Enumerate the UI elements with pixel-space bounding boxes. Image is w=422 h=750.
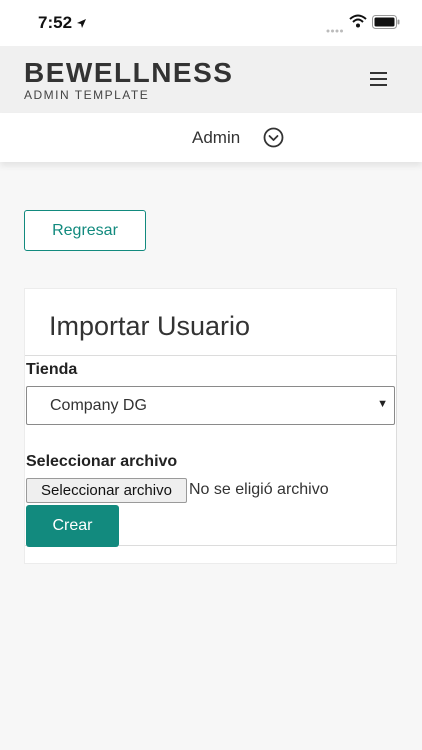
status-bar: 7:52: [0, 0, 422, 46]
card-title: Importar Usuario: [49, 311, 251, 341]
signal-dots-icon: [326, 20, 344, 38]
file-label: Seleccionar archivo: [26, 453, 178, 470]
username-label[interactable]: Admin: [192, 128, 240, 148]
chevron-down-circle-icon[interactable]: [263, 127, 284, 153]
store-select[interactable]: Company DG ▼: [26, 386, 395, 425]
battery-icon: [372, 15, 400, 34]
import-user-card: Importar Usuario Tienda Company DG ▼ Sel…: [24, 288, 397, 564]
brand-logo: BEWELLNESS: [24, 57, 234, 88]
back-button[interactable]: Regresar: [24, 210, 146, 251]
location-arrow-icon: [76, 16, 87, 34]
brand-subtitle: ADMIN TEMPLATE: [24, 88, 150, 102]
wifi-icon: [349, 14, 367, 33]
import-form: Tienda Company DG ▼ Seleccionar archivo …: [25, 355, 397, 547]
user-bar: Admin: [0, 113, 422, 162]
store-selected-value: Company DG: [50, 397, 147, 414]
dropdown-arrow-icon: ▼: [377, 398, 388, 410]
store-label: Tienda: [26, 361, 78, 378]
status-time: 7:52: [38, 13, 73, 32]
app-header: BEWELLNESS ADMIN TEMPLATE: [0, 46, 422, 113]
create-button[interactable]: Crear: [26, 505, 119, 547]
choose-file-button[interactable]: Seleccionar archivo: [26, 478, 187, 503]
hamburger-menu-icon[interactable]: [370, 72, 392, 90]
file-status-text: No se eligió archivo: [189, 481, 329, 498]
